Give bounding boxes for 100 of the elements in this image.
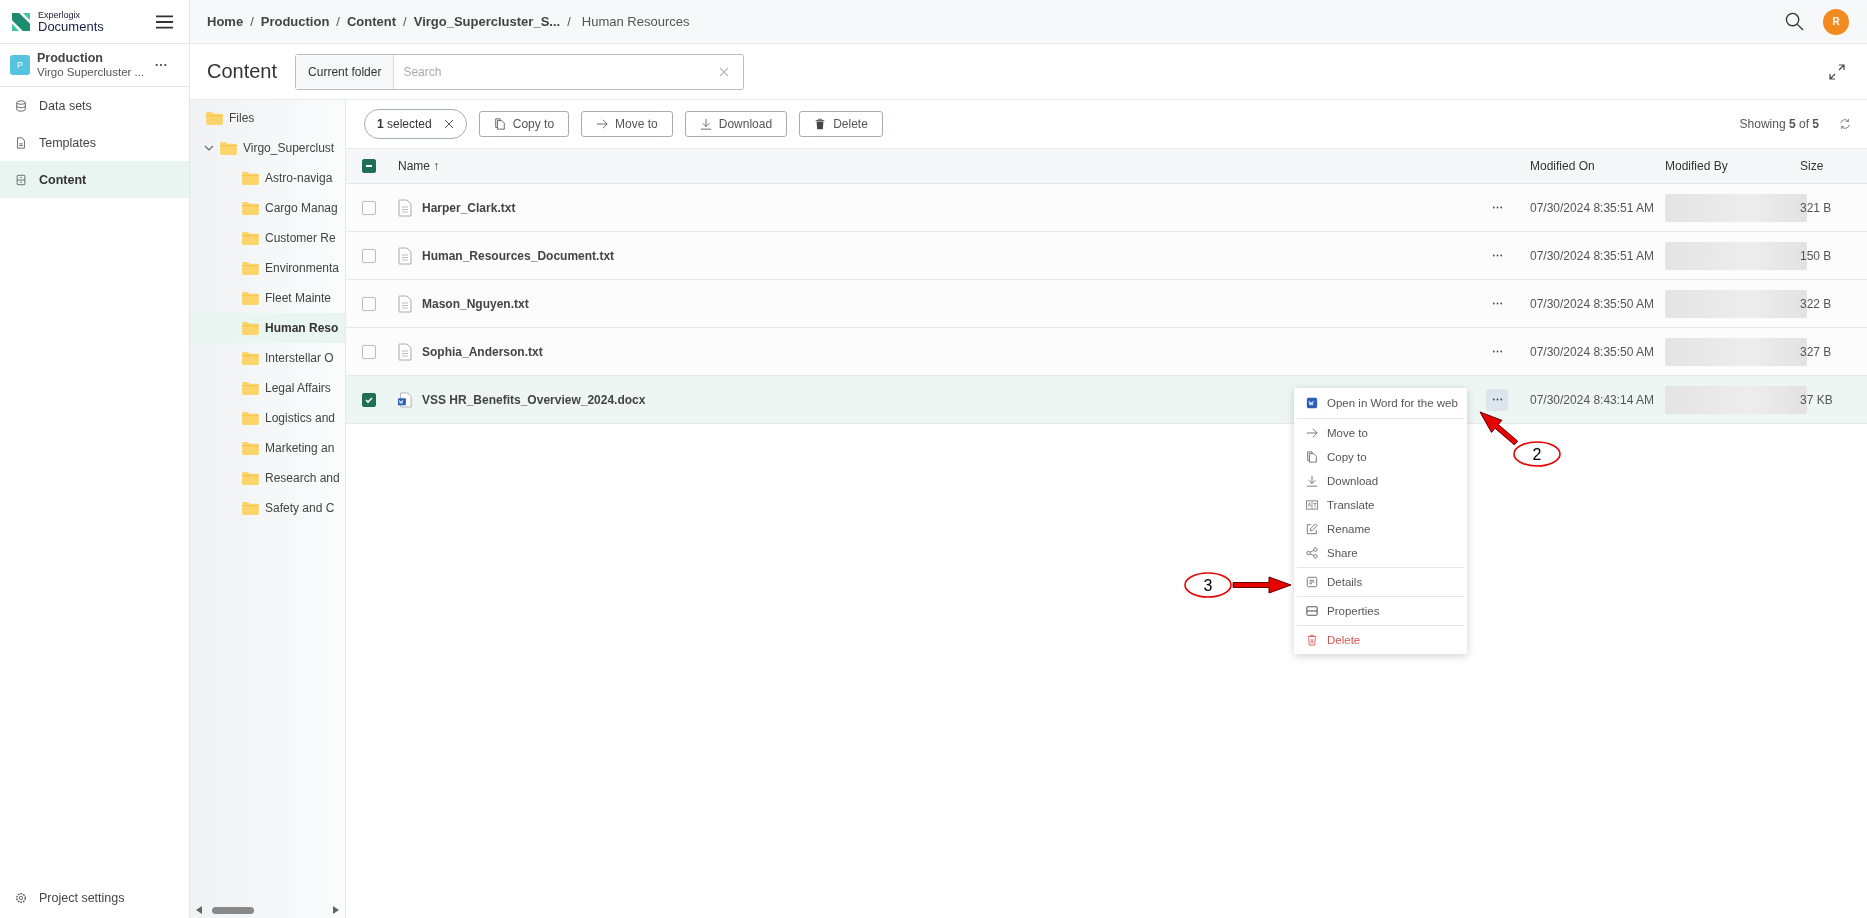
breadcrumb-link[interactable]: Content bbox=[347, 14, 397, 29]
menu-item[interactable]: Copy to bbox=[1294, 445, 1467, 469]
copy-icon bbox=[493, 118, 506, 130]
folder-icon bbox=[242, 321, 259, 335]
tree-item[interactable]: Logistics and bbox=[190, 403, 345, 433]
folder-icon bbox=[242, 501, 259, 515]
translate-icon bbox=[1306, 499, 1318, 511]
row-checkbox[interactable] bbox=[362, 248, 376, 263]
menu-item[interactable]: Move to bbox=[1294, 421, 1467, 445]
row-checkbox[interactable] bbox=[362, 296, 376, 311]
panel-icon bbox=[1306, 605, 1318, 617]
more-icon bbox=[1491, 302, 1503, 305]
project-subtitle: Virgo Supercluster ... bbox=[37, 65, 145, 79]
folder-icon bbox=[242, 291, 259, 305]
tree-item[interactable]: Research and bbox=[190, 463, 345, 493]
chevron-icon[interactable] bbox=[204, 145, 214, 151]
column-header[interactable]: Size bbox=[1800, 159, 1867, 173]
tree-item[interactable]: Safety and C bbox=[190, 493, 345, 523]
breadcrumb-link[interactable]: Production bbox=[260, 14, 330, 29]
breadcrumb-separator: / bbox=[250, 14, 254, 29]
search-field[interactable]: Current folder Search bbox=[295, 53, 745, 90]
brand-name: Documents bbox=[38, 19, 104, 33]
toolbar-button[interactable]: Delete bbox=[799, 111, 883, 137]
details-icon bbox=[1306, 576, 1318, 588]
column-header[interactable]: Modified By bbox=[1665, 159, 1800, 173]
tree-item[interactable]: Human Reso bbox=[190, 313, 345, 343]
clear-icon[interactable] bbox=[719, 66, 730, 77]
tree-item[interactable]: Fleet Mainte bbox=[190, 283, 345, 313]
menu-item[interactable]: Rename bbox=[1294, 517, 1467, 541]
column-header[interactable]: Modified On bbox=[1530, 159, 1665, 173]
tree-item[interactable]: Legal Affairs bbox=[190, 373, 345, 403]
nav-item[interactable]: Content bbox=[0, 161, 189, 198]
tree-item[interactable]: Customer Re bbox=[190, 223, 345, 253]
text-file-icon bbox=[398, 246, 412, 265]
document-icon bbox=[15, 136, 27, 149]
toolbar-button[interactable]: Copy to bbox=[478, 111, 570, 137]
tree-item[interactable]: Marketing an bbox=[190, 433, 345, 463]
archive-icon bbox=[15, 173, 27, 186]
menu-item[interactable]: Details bbox=[1294, 570, 1467, 594]
more-icon bbox=[1491, 398, 1503, 401]
brand-tagline: Experlogix bbox=[38, 10, 82, 20]
modified-date: 07/30/2024 8:35:51 AM bbox=[1530, 248, 1656, 263]
menu-item[interactable]: Properties bbox=[1294, 599, 1467, 623]
row-checkbox[interactable] bbox=[362, 344, 376, 359]
menu-item[interactable]: Open in Word for the web bbox=[1294, 390, 1467, 416]
arrow-right-icon bbox=[1306, 427, 1318, 439]
breadcrumb-link[interactable]: Virgo_Supercluster_S... bbox=[413, 14, 561, 29]
search-icon[interactable] bbox=[1785, 12, 1804, 31]
tree-item[interactable]: Interstellar O bbox=[190, 343, 345, 373]
search-scope[interactable]: Current folder bbox=[296, 54, 395, 89]
folder-icon bbox=[242, 411, 259, 425]
more-icon[interactable] bbox=[155, 63, 167, 67]
menu-item[interactable]: Share bbox=[1294, 541, 1467, 565]
file-name[interactable]: Sophia_Anderson.txt bbox=[422, 344, 543, 359]
column-header[interactable]: Name ↑ bbox=[398, 159, 1486, 173]
file-name[interactable]: Harper_Clark.txt bbox=[422, 200, 516, 215]
folder-icon bbox=[242, 381, 259, 395]
toolbar-button[interactable]: Download bbox=[684, 111, 788, 137]
folder-icon bbox=[242, 261, 259, 275]
select-all-checkbox[interactable] bbox=[362, 159, 376, 173]
file-name[interactable]: VSS HR_Benefits_Overview_2024.docx bbox=[422, 392, 646, 407]
word-icon bbox=[1306, 397, 1318, 409]
folder-icon bbox=[220, 141, 237, 155]
row-checkbox[interactable] bbox=[362, 200, 376, 215]
modified-date: 07/30/2024 8:35:51 AM bbox=[1530, 200, 1656, 215]
download-icon bbox=[699, 118, 712, 130]
expand-icon[interactable] bbox=[1829, 63, 1845, 80]
folder-icon bbox=[242, 201, 259, 215]
tree-item[interactable]: Cargo Manag bbox=[190, 193, 345, 223]
file-name[interactable]: Mason_Nguyen.txt bbox=[422, 296, 529, 311]
nav-item[interactable]: Templates bbox=[0, 124, 189, 161]
tree-item[interactable]: Virgo_Superclust bbox=[190, 133, 345, 163]
more-icon bbox=[1491, 350, 1503, 353]
project-name: Production bbox=[37, 51, 104, 66]
nav-item[interactable]: Data sets bbox=[0, 87, 189, 124]
checkmark-icon bbox=[364, 394, 374, 405]
copy-icon bbox=[1306, 451, 1318, 463]
menu-item[interactable]: Download bbox=[1294, 469, 1467, 493]
close-icon[interactable] bbox=[443, 119, 454, 129]
breadcrumb-link[interactable]: Home bbox=[207, 14, 244, 29]
folder-icon bbox=[206, 111, 223, 125]
tree-item[interactable]: Files bbox=[190, 103, 345, 133]
arrow-right-icon bbox=[596, 118, 609, 130]
callout-number: 2 bbox=[1513, 441, 1561, 467]
menu-item[interactable]: Delete bbox=[1294, 628, 1467, 652]
refresh-icon[interactable] bbox=[1839, 118, 1851, 130]
menu-item[interactable]: Translate bbox=[1294, 493, 1467, 517]
file-size: 37 KB bbox=[1800, 392, 1834, 407]
settings-icon bbox=[15, 891, 27, 904]
file-size: 150 B bbox=[1800, 248, 1833, 263]
menu-icon[interactable] bbox=[156, 14, 173, 29]
file-name[interactable]: Human_Resources_Document.txt bbox=[422, 248, 615, 263]
row-checkbox[interactable] bbox=[362, 392, 376, 407]
breadcrumb-separator: / bbox=[567, 14, 571, 29]
tree-item[interactable]: Environmenta bbox=[190, 253, 345, 283]
toolbar-button[interactable]: Move to bbox=[581, 111, 673, 137]
project-settings-link[interactable]: Project settings bbox=[0, 879, 189, 916]
row-actions-button[interactable] bbox=[1486, 388, 1508, 411]
tree-item[interactable]: Astro-naviga bbox=[190, 163, 345, 193]
file-size: 321 B bbox=[1800, 200, 1833, 215]
